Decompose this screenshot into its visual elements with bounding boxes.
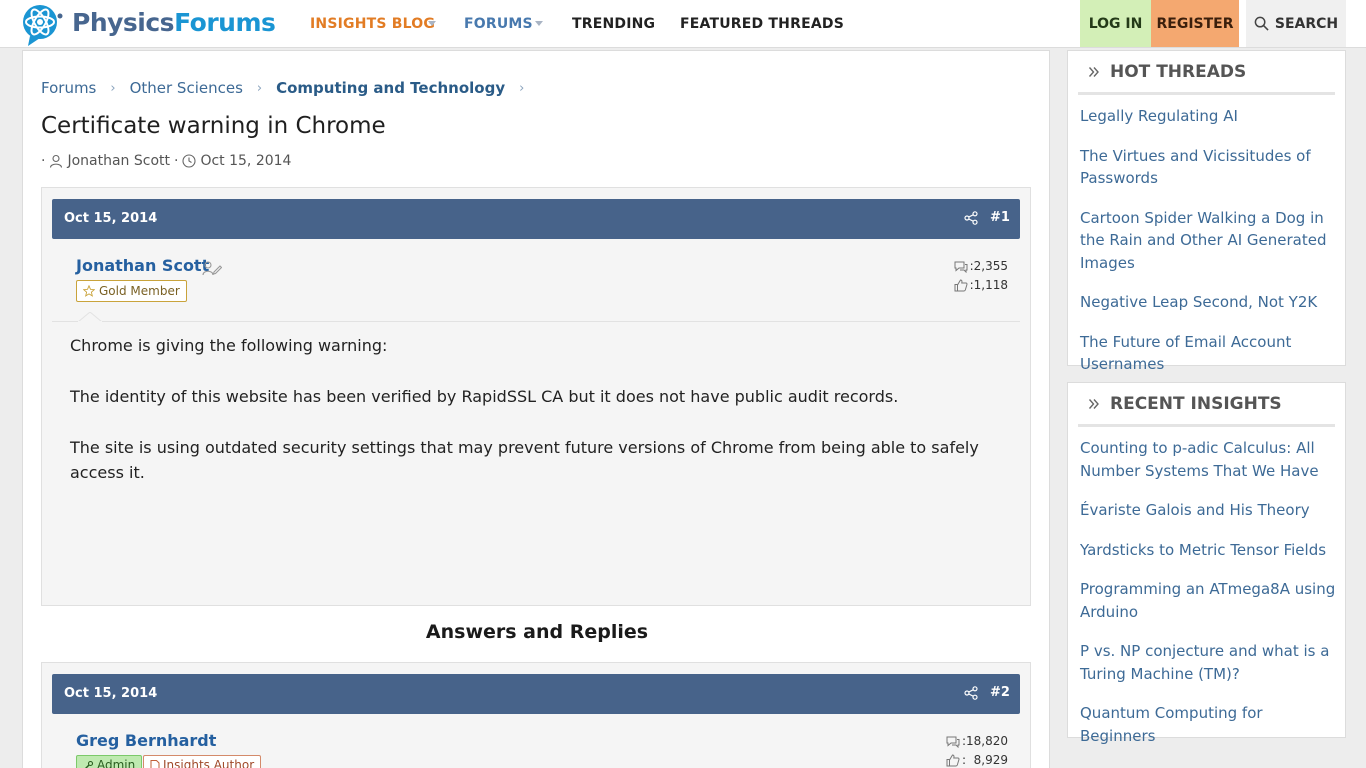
hot-thread-link[interactable]: The Virtues and Vicissitudes of Password… [1080,145,1338,190]
badge-label: Gold Member [99,284,180,298]
arrow-pointer-icon [78,312,102,322]
thread-meta: · Jonathan Scott · Oct 15, 2014 [41,153,291,169]
post-2: Oct 15, 2014 #2 Greg Bernhardt Admin Ins… [41,662,1031,768]
search-label: SEARCH [1274,15,1339,32]
messages-stat: :2,355 [954,257,1008,276]
post-date-link[interactable]: Oct 15, 2014 [64,686,157,701]
post-author-link[interactable]: Greg Bernhardt [76,731,216,750]
hot-thread-link[interactable]: Negative Leap Second, Not Y2K [1080,291,1338,314]
reactions-stat: :1,118 [954,276,1008,295]
nav-featured-threads[interactable]: FEATURED THREADS [680,0,844,48]
double-chevron-right-icon [1088,66,1099,77]
breadcrumb-chevron-icon: › [519,80,525,96]
breadcrumb-computing-technology[interactable]: Computing and Technology [276,79,505,97]
thumbs-up-icon [954,279,968,292]
login-button[interactable]: LOG IN [1080,0,1151,47]
page-title: Certificate warning in Chrome [41,113,386,139]
thread-date-link[interactable]: Oct 15, 2014 [200,153,291,169]
insight-link[interactable]: Yardsticks to Metric Tensor Fields [1080,539,1338,562]
clock-icon [182,154,197,168]
wrench-icon [84,760,94,768]
answers-heading: Answers and Replies [425,621,649,643]
admin-badge: Admin [76,755,143,768]
breadcrumb-other-sciences[interactable]: Other Sciences [130,79,243,97]
post-header: Oct 15, 2014 #2 [52,674,1020,714]
recent-insights-title: RECENT INSIGHTS [1078,383,1335,427]
thumbs-up-icon [946,754,960,767]
author-stats: :18,820 : 8,929 [946,732,1008,768]
messages-icon [954,261,968,273]
recent-insights-list: Counting to p-adic Calculus: All Number … [1080,437,1338,764]
hot-threads-title: HOT THREADS [1078,51,1335,95]
messages-count: :2,355 [969,259,1008,273]
post-paragraph: Chrome is giving the following warning: [70,336,388,355]
hot-threads-list: Legally Regulating AI The Virtues and Vi… [1080,105,1338,393]
reactions-count: :1,118 [969,278,1008,292]
insight-link[interactable]: Évariste Galois and His Theory [1080,499,1338,522]
site-logo[interactable]: PhysicsForums [20,2,276,46]
star-icon [83,285,95,297]
insights-author-badge: Insights Author [143,755,262,768]
insight-link[interactable]: P vs. NP conjecture and what is a Turing… [1080,640,1338,685]
reactions-count: : 8,929 [961,753,1008,767]
search-icon [1254,16,1269,31]
post-1: Oct 15, 2014 #1 Jonathan Scott Gold Memb… [41,187,1031,606]
search-button[interactable]: SEARCH [1246,0,1346,47]
thread-author-link[interactable]: Jonathan Scott [67,153,170,169]
nav-forums[interactable]: FORUMS [464,0,533,48]
author-stats: :2,355 :1,118 [954,257,1008,295]
hot-thread-link[interactable]: Cartoon Spider Walking a Dog in the Rain… [1080,207,1338,275]
user-icon [50,154,63,168]
hot-threads-label: HOT THREADS [1110,61,1247,82]
main-content: Forums › Other Sciences › Computing and … [22,50,1050,768]
site-header: PhysicsForums INSIGHTS BLOG FORUMS TREND… [0,0,1366,48]
recent-insights-block: RECENT INSIGHTS Counting to p-adic Calcu… [1067,382,1346,745]
badge-label: Admin [97,758,136,768]
breadcrumb-chevron-icon: › [256,80,263,96]
meta-separator: · [174,153,179,169]
insight-link[interactable]: Programming an ATmega8A using Arduino [1080,578,1338,623]
share-icon[interactable] [964,686,978,700]
messages-count: :18,820 [961,734,1008,748]
document-icon [150,759,160,768]
post-header: Oct 15, 2014 #1 [52,199,1020,239]
insights-dropdown-chevron-icon[interactable] [428,21,436,26]
post-number-link[interactable]: #2 [990,685,1010,700]
atom-logo-icon [23,5,63,46]
forums-dropdown-chevron-icon[interactable] [535,21,543,26]
double-chevron-right-icon [1088,398,1099,409]
gold-member-badge: Gold Member [76,280,187,302]
post-paragraph: The site is using outdated security sett… [70,438,979,482]
post-paragraph: The identity of this website has been ve… [70,387,899,406]
messages-icon [946,736,960,748]
messages-stat: :18,820 [946,732,1008,751]
reactions-stat: : 8,929 [946,751,1008,768]
post-date-link[interactable]: Oct 15, 2014 [64,211,157,226]
share-icon[interactable] [964,211,978,225]
nav-insights-blog[interactable]: INSIGHTS BLOG [310,0,435,48]
recent-insights-label: RECENT INSIGHTS [1110,393,1282,414]
post-body: Chrome is giving the following warning: … [70,333,1030,511]
post-author-link[interactable]: Jonathan Scott [76,256,209,275]
author-info-icon[interactable] [202,260,222,276]
logo-text: PhysicsForums [72,7,276,37]
meta-separator: · [41,153,46,169]
hot-thread-link[interactable]: The Future of Email Account Usernames [1080,331,1338,376]
breadcrumb-forums[interactable]: Forums [41,79,96,97]
insight-link[interactable]: Quantum Computing for Beginners [1080,702,1338,747]
breadcrumb: Forums › Other Sciences › Computing and … [41,79,538,97]
post-number-link[interactable]: #1 [990,210,1010,225]
badge-label: Insights Author [163,758,255,768]
insight-link[interactable]: Counting to p-adic Calculus: All Number … [1080,437,1338,482]
hot-threads-block: HOT THREADS Legally Regulating AI The Vi… [1067,50,1346,373]
nav-trending[interactable]: TRENDING [572,0,655,48]
post-divider [52,321,1020,322]
register-button[interactable]: REGISTER [1151,0,1239,47]
breadcrumb-chevron-icon: › [110,80,116,96]
hot-thread-link[interactable]: Legally Regulating AI [1080,105,1338,128]
